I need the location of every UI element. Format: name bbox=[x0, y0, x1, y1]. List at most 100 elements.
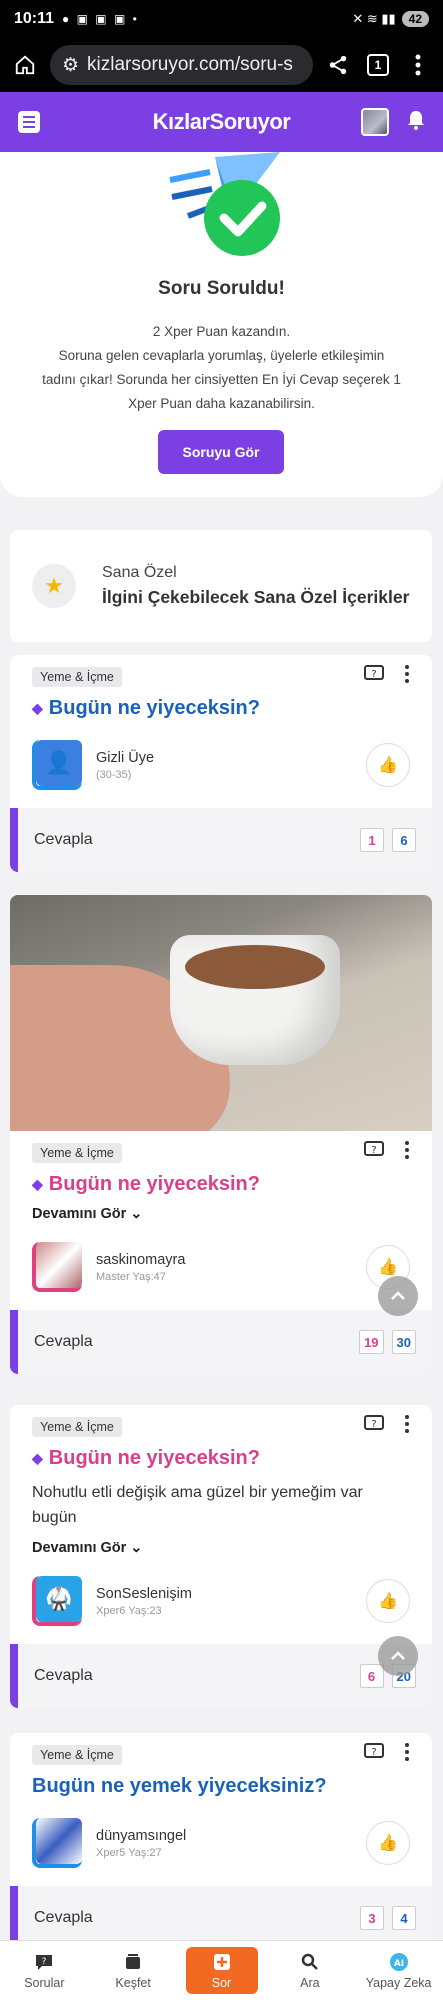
question-title[interactable]: Bugün ne yemek yiyeceksiniz? bbox=[32, 1775, 410, 1798]
plus-icon bbox=[213, 1952, 231, 1972]
nav-sorular[interactable]: ? Sorular bbox=[0, 1941, 89, 2000]
question-title[interactable]: ◆ Bugün ne yiyeceksin? bbox=[32, 697, 410, 720]
chevron-down-icon: ⌄ bbox=[130, 1206, 143, 1222]
thumbs-up-icon: 👍 bbox=[378, 1593, 398, 1610]
category-badge[interactable]: Yeme & İçme bbox=[32, 1745, 122, 1765]
author-row: saskinomayra Master Yaş:47 👍 bbox=[32, 1238, 410, 1296]
author-meta: Master Yaş:47 bbox=[96, 1270, 166, 1283]
paper-plane-check-icon bbox=[169, 152, 280, 256]
question-card[interactable]: Yeme & İçme ? ◆ Bugün ne yiyeceksin? Noh… bbox=[10, 1405, 432, 1708]
nav-ara[interactable]: Ara bbox=[266, 1941, 355, 2000]
battery-level: 42 bbox=[401, 11, 429, 27]
notification-icons: ● ▣ ▣ ▣ • bbox=[62, 12, 139, 26]
menu-icon[interactable] bbox=[18, 111, 40, 133]
nav-label: Yapay Zeka bbox=[365, 1975, 432, 1990]
author-name[interactable]: SonSeslenişim bbox=[96, 1586, 192, 1602]
bell-icon[interactable] bbox=[407, 110, 425, 135]
answer-label: Cevapla bbox=[34, 1667, 93, 1684]
avatar[interactable]: 🥋 bbox=[32, 1576, 82, 1626]
svg-text:AI: AI bbox=[393, 1959, 403, 1969]
like-button[interactable]: 👍 bbox=[366, 1579, 410, 1623]
user-photo bbox=[36, 1818, 82, 1864]
points-earned-text: 2 Xper Puan kazandın. bbox=[152, 324, 291, 339]
view-question-button[interactable]: Soruyu Gör bbox=[158, 430, 284, 474]
show-more-button[interactable]: Devamını Gör ⌄ bbox=[32, 1540, 410, 1556]
ask-similar-icon[interactable]: ? bbox=[364, 1415, 384, 1438]
personalized-content-card[interactable]: ★ Sana Özel İlgini Çekebilecek Sana Özel… bbox=[10, 530, 432, 642]
status-right: ✕ ≋ ▮▮ 42 bbox=[352, 11, 429, 27]
category-badge[interactable]: Yeme & İçme bbox=[32, 1143, 122, 1163]
scroll-to-top-button[interactable] bbox=[378, 1276, 418, 1316]
avatar[interactable] bbox=[32, 1242, 82, 1292]
male-answer-count: 4 bbox=[392, 1906, 416, 1930]
more-options-icon[interactable] bbox=[404, 1141, 410, 1164]
browser-menu-icon[interactable] bbox=[403, 50, 433, 80]
author-row: 🥋 SonSeslenişim Xper6 Yaş:23 👍 bbox=[32, 1572, 410, 1630]
chevron-up-icon bbox=[391, 1651, 405, 1660]
anonymous-user-icon: 👤 bbox=[36, 740, 82, 786]
scroll-to-top-button[interactable] bbox=[378, 1636, 418, 1676]
nav-yapay-zeka[interactable]: AI Yapay Zeka bbox=[354, 1941, 443, 2000]
more-options-icon[interactable] bbox=[404, 1415, 410, 1438]
status-time: 10:11 bbox=[14, 10, 55, 27]
svg-text:?: ? bbox=[371, 669, 376, 680]
female-answer-count: 3 bbox=[360, 1906, 384, 1930]
show-more-button[interactable]: Devamını Gör ⌄ bbox=[32, 1206, 410, 1222]
question-body: Nohutlu etli değişik ama güzel bir yemeğ… bbox=[32, 1484, 363, 1526]
answer-bar[interactable]: Cevapla 1 6 bbox=[10, 808, 432, 872]
like-button[interactable]: 👍 bbox=[366, 1821, 410, 1865]
author-name[interactable]: dünyamsıngel bbox=[96, 1828, 186, 1844]
home-icon[interactable] bbox=[10, 50, 40, 80]
star-icon: ★ bbox=[32, 564, 76, 608]
question-photo[interactable] bbox=[10, 895, 432, 1131]
user-photo bbox=[36, 1242, 82, 1288]
category-badge[interactable]: Yeme & İçme bbox=[32, 1417, 122, 1437]
share-icon[interactable] bbox=[323, 50, 353, 80]
category-badge[interactable]: Yeme & İçme bbox=[32, 667, 122, 687]
photo-coffee bbox=[185, 945, 325, 989]
question-title[interactable]: ◆ Bugün ne yiyeceksin? bbox=[32, 1173, 410, 1196]
site-settings-icon[interactable]: ⚙ bbox=[62, 54, 79, 77]
signal-icon: ✕ ≋ ▮▮ bbox=[352, 11, 396, 26]
question-bubble-icon: ? bbox=[34, 1952, 54, 1972]
cards-icon bbox=[124, 1952, 142, 1972]
question-title-text: Bugün ne yiyeceksin? bbox=[48, 1447, 260, 1469]
profile-avatar[interactable] bbox=[361, 108, 389, 136]
success-title: Soru Soruldu! bbox=[158, 278, 285, 299]
more-options-icon[interactable] bbox=[404, 1743, 410, 1766]
thumbs-up-icon: 👍 bbox=[378, 1259, 398, 1276]
site-header: KızlarSoruyor bbox=[0, 92, 443, 152]
question-title-text: Bugün ne yiyeceksin? bbox=[48, 1173, 260, 1195]
more-options-icon[interactable] bbox=[404, 665, 410, 688]
author-name[interactable]: Gizli Üye bbox=[96, 750, 154, 766]
author-name[interactable]: saskinomayra bbox=[96, 1252, 185, 1268]
nav-sor[interactable]: Sor bbox=[185, 1947, 258, 1994]
ask-similar-icon[interactable]: ? bbox=[364, 1141, 384, 1164]
question-card[interactable]: Yeme & İçme ? ◆ Bugün ne yiyeceksin? 👤 G… bbox=[10, 655, 432, 872]
ask-similar-icon[interactable]: ? bbox=[364, 1743, 384, 1766]
answer-bar[interactable]: Cevapla 6 20 bbox=[10, 1644, 432, 1708]
nav-label: Sor bbox=[211, 1975, 232, 1990]
answer-bar[interactable]: Cevapla 19 30 bbox=[10, 1310, 432, 1374]
male-answer-count: 6 bbox=[392, 828, 416, 852]
url-text: kizlarsoruyor.com/soru-s bbox=[87, 54, 293, 75]
svg-text:?: ? bbox=[371, 1747, 376, 1758]
nav-kesfet[interactable]: Keşfet bbox=[89, 1941, 178, 2000]
avatar[interactable] bbox=[32, 1818, 82, 1868]
question-card[interactable]: Yeme & İçme ? ◆ Bugün ne yiyeceksin? Dev… bbox=[10, 895, 432, 1374]
thumbs-up-icon: 👍 bbox=[378, 757, 398, 774]
bottom-navigation: ? Sorular Keşfet Sor Ara AI Yapay Zeka bbox=[0, 1940, 443, 2000]
ask-similar-icon[interactable]: ? bbox=[364, 665, 384, 688]
engagement-text: Soruna gelen cevaplarla yorumlaş, üyeler… bbox=[42, 348, 401, 411]
gem-icon: ◆ bbox=[32, 1450, 43, 1466]
status-bar: 10:11 ● ▣ ▣ ▣ • ✕ ≋ ▮▮ 42 bbox=[0, 0, 443, 38]
answer-label: Cevapla bbox=[34, 1909, 93, 1926]
like-button[interactable]: 👍 bbox=[366, 743, 410, 787]
author-row: dünyamsıngel Xper5 Yaş:27 👍 bbox=[32, 1814, 410, 1872]
question-card[interactable]: Yeme & İçme ? Bugün ne yemek yiyeceksini… bbox=[10, 1733, 432, 1973]
tab-switcher-button[interactable]: 1 bbox=[363, 50, 393, 80]
avatar[interactable]: 👤 bbox=[32, 740, 82, 790]
svg-text:?: ? bbox=[42, 1957, 47, 1967]
question-title[interactable]: ◆ Bugün ne yiyeceksin? bbox=[32, 1447, 410, 1470]
address-bar[interactable]: ⚙ kizlarsoruyor.com/soru-s bbox=[50, 45, 313, 85]
